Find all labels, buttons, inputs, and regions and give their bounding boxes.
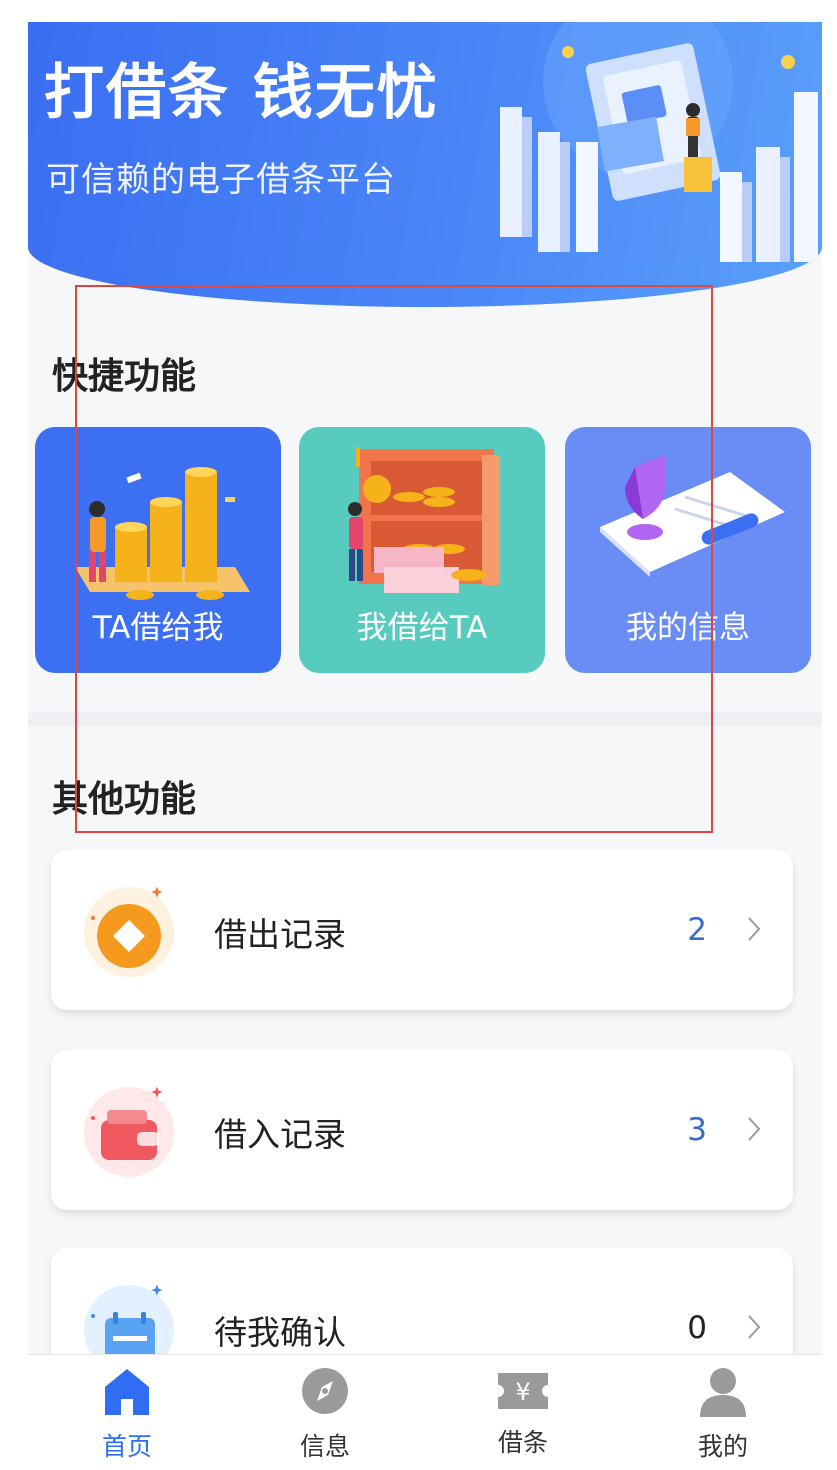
user-icon xyxy=(700,1368,746,1417)
tile-i-lend-ta[interactable]: 我借给TA xyxy=(299,427,545,673)
chevron-right-icon xyxy=(748,917,761,941)
item-count: 0 xyxy=(687,1310,707,1346)
item-label: 待我确认 xyxy=(214,1313,346,1352)
section-divider xyxy=(28,712,822,726)
home-icon xyxy=(105,1369,149,1415)
borrow-records-item[interactable]: 借入记录 3 xyxy=(51,1050,793,1210)
lend-records-item[interactable]: 借出记录 2 xyxy=(51,850,793,1010)
banner-subtitle: 可信赖的电子借条平台 xyxy=(46,160,396,200)
tile-label: TA借给我 xyxy=(92,610,224,646)
ticket-icon: ¥ xyxy=(498,1373,548,1409)
nav-info[interactable]: 信息 xyxy=(226,1355,424,1470)
item-count: 2 xyxy=(687,912,707,948)
nav-label: 借条 xyxy=(497,1428,548,1457)
chevron-right-icon xyxy=(748,1315,761,1339)
other-functions-heading: 其他功能 xyxy=(52,779,197,820)
wallet-icon xyxy=(84,1086,174,1177)
coin-icon xyxy=(84,886,174,977)
chevron-right-icon xyxy=(748,1117,761,1141)
banner-title: 打借条 钱无忧 xyxy=(44,58,439,128)
tile-label: 我借给TA xyxy=(356,610,488,646)
compass-icon xyxy=(302,1368,348,1414)
tile-my-info[interactable]: 我的信息 xyxy=(565,427,811,673)
nav-iou[interactable]: ¥ 借条 xyxy=(424,1355,622,1470)
app-screen: 打借条 钱无忧 可信赖的电子借条平台 快捷功能 TA借给我 我借给TA 我的信息… xyxy=(28,22,822,1470)
tile-label: 我的信息 xyxy=(626,610,750,646)
nav-home[interactable]: 首页 xyxy=(28,1355,226,1470)
nav-label: 我的 xyxy=(697,1432,748,1461)
bottom-nav: 首页 信息 ¥ 借条 我的 xyxy=(28,1354,822,1470)
item-count: 3 xyxy=(687,1112,707,1148)
nav-label: 首页 xyxy=(101,1432,152,1461)
svg-text:¥: ¥ xyxy=(515,1378,530,1406)
quick-functions-heading: 快捷功能 xyxy=(52,356,197,397)
nav-label: 信息 xyxy=(299,1432,350,1461)
hero-banner[interactable]: 打借条 钱无忧 可信赖的电子借条平台 xyxy=(28,22,822,307)
city-illustration-icon xyxy=(500,22,818,262)
item-label: 借出记录 xyxy=(214,915,346,954)
nav-me[interactable]: 我的 xyxy=(624,1355,822,1470)
tile-ta-lend-me[interactable]: TA借给我 xyxy=(35,427,281,673)
item-label: 借入记录 xyxy=(214,1115,346,1154)
